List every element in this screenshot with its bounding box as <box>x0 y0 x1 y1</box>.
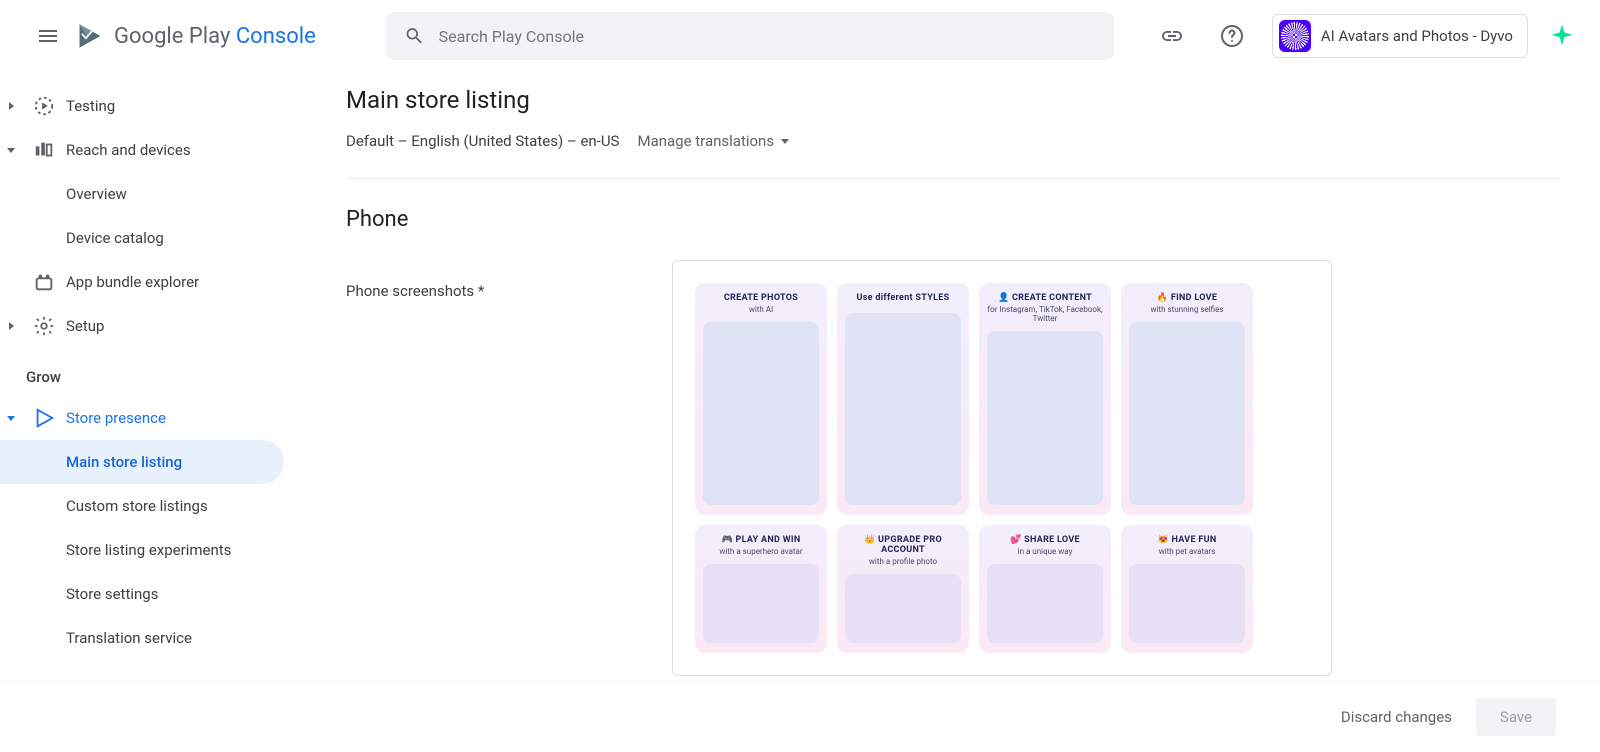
link-icon <box>1160 24 1184 48</box>
sidebar-label: Translation service <box>66 629 192 647</box>
sidebar-label: Main store listing <box>66 453 182 471</box>
gear-icon <box>33 315 55 337</box>
save-button[interactable]: Save <box>1476 698 1556 736</box>
sidebar-item-main-listing[interactable]: Main store listing <box>0 440 284 484</box>
sidebar-label: Store settings <box>66 585 158 603</box>
logo-text: Google Play Console <box>114 24 316 49</box>
screenshot-item[interactable]: 😻 HAVE FUNwith pet avatars <box>1121 525 1253 653</box>
help-button[interactable] <box>1212 16 1252 56</box>
menu-button[interactable] <box>24 12 72 60</box>
screenshot-item[interactable]: 👑 UPGRADE PRO ACCOUNTwith a profile phot… <box>837 525 969 653</box>
discard-button[interactable]: Discard changes <box>1341 708 1452 726</box>
sidebar-item-setup[interactable]: Setup <box>0 304 286 348</box>
sidebar-label: Store listing experiments <box>66 541 231 559</box>
play-logo-icon <box>76 22 104 50</box>
help-icon <box>1220 24 1244 48</box>
screenshot-item[interactable]: 🔥 FIND LOVEwith stunning selfies <box>1121 283 1253 515</box>
page-title: Main store listing <box>346 86 1560 114</box>
app-name: AI Avatars and Photos - Dyvo <box>1321 27 1513 45</box>
link-button[interactable] <box>1152 16 1192 56</box>
sidebar-item-store-settings[interactable]: Store settings <box>0 572 286 616</box>
sidebar-item-experiments[interactable]: Store listing experiments <box>0 528 286 572</box>
sidebar-item-device-catalog[interactable]: Device catalog <box>0 216 286 260</box>
play-console-logo[interactable]: Google Play Console <box>76 22 316 50</box>
dropdown-icon <box>780 136 790 146</box>
sidebar: Testing Reach and devices Overview Devic… <box>0 72 286 680</box>
bundle-icon <box>33 271 55 293</box>
phone-heading: Phone <box>346 207 1560 232</box>
sidebar-section-grow: Grow <box>0 348 286 396</box>
sidebar-item-custom-listings[interactable]: Custom store listings <box>0 484 286 528</box>
manage-translations-button[interactable]: Manage translations <box>637 132 790 150</box>
sidebar-item-overview[interactable]: Overview <box>0 172 286 216</box>
play-icon <box>33 407 55 429</box>
hamburger-icon <box>36 24 60 48</box>
screenshot-item[interactable]: CREATE PHOTOSwith AI <box>695 283 827 515</box>
screenshot-item[interactable]: Use different STYLES <box>837 283 969 515</box>
search-input[interactable] <box>439 27 1096 46</box>
sidebar-item-bundle[interactable]: App bundle explorer <box>0 260 286 304</box>
footer-bar: Discard changes Save <box>0 680 1600 752</box>
search-box[interactable] <box>386 12 1114 60</box>
sidebar-label: Overview <box>66 185 127 203</box>
screenshot-item[interactable]: 👤 CREATE CONTENTfor Instagram, TikTok, F… <box>979 283 1111 515</box>
sidebar-label: App bundle explorer <box>66 273 199 291</box>
app-icon <box>1279 20 1311 52</box>
sidebar-item-store-presence[interactable]: Store presence <box>0 396 286 440</box>
spark-icon[interactable] <box>1548 22 1576 50</box>
caret-right-icon <box>6 101 16 111</box>
screenshots-label: Phone screenshots * <box>346 260 672 300</box>
devices-icon <box>33 139 55 161</box>
app-switcher[interactable]: AI Avatars and Photos - Dyvo <box>1272 14 1528 58</box>
sidebar-label: Testing <box>66 97 115 115</box>
sidebar-item-testing[interactable]: Testing <box>0 84 286 128</box>
testing-icon <box>33 95 55 117</box>
sidebar-label: Custom store listings <box>66 497 208 515</box>
search-icon <box>404 25 425 47</box>
default-language: Default – English (United States) – en-U… <box>346 132 619 150</box>
caret-down-icon <box>6 413 16 423</box>
screenshot-item[interactable]: 🎮 PLAY AND WINwith a superhero avatar <box>695 525 827 653</box>
main-content: Main store listing Default – English (Un… <box>346 72 1560 680</box>
sidebar-item-reach[interactable]: Reach and devices <box>0 128 286 172</box>
screenshots-container[interactable]: CREATE PHOTOSwith AI Use different STYLE… <box>672 260 1332 676</box>
sidebar-item-translation[interactable]: Translation service <box>0 616 286 660</box>
caret-right-icon <box>6 321 16 331</box>
sidebar-label: Device catalog <box>66 229 164 247</box>
screenshot-item[interactable]: 💕 SHARE LOVEin a unique way <box>979 525 1111 653</box>
sidebar-label: Setup <box>66 317 104 335</box>
sidebar-label: Store presence <box>66 409 166 427</box>
sidebar-label: Reach and devices <box>66 141 191 159</box>
caret-down-icon <box>6 145 16 155</box>
